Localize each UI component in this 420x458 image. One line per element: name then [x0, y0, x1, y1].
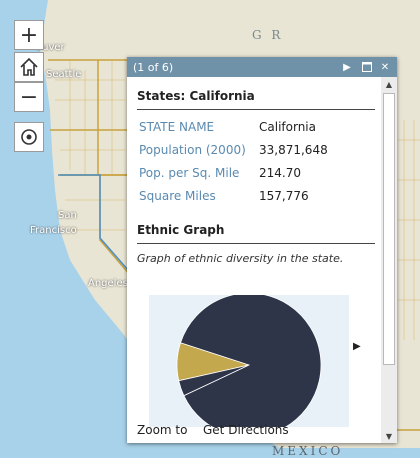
title-divider — [137, 109, 375, 110]
media-divider — [137, 243, 375, 244]
city-label-seattle: Seattle — [46, 69, 82, 80]
scroll-up-arrow[interactable]: ▲ — [381, 77, 397, 91]
zoom-in-button[interactable]: + — [14, 20, 44, 50]
city-label-san: San — [58, 210, 77, 221]
zoom-out-button[interactable]: − — [14, 82, 44, 112]
country-label-mexico: MEXICO — [272, 444, 344, 458]
popup-header: (1 of 6) — [127, 57, 397, 77]
field-value-pop-density: 214.70 — [259, 166, 301, 180]
field-label-state-name: STATE NAME — [139, 120, 215, 134]
home-icon — [20, 57, 38, 76]
media-caption: Graph of ethnic diversity in the state. — [137, 252, 344, 265]
field-value-square-miles: 157,776 — [259, 189, 309, 203]
field-value-state-name: California — [259, 120, 316, 134]
close-icon[interactable]: ✕ — [378, 59, 392, 75]
popup-scrollbar[interactable]: ▲ ▼ — [381, 77, 397, 443]
field-label-square-miles: Square Miles — [139, 189, 216, 203]
popup-header-title: (1 of 6) — [133, 60, 174, 74]
scroll-thumb[interactable] — [383, 93, 395, 365]
field-value-population: 33,871,648 — [259, 143, 328, 157]
locate-button[interactable] — [14, 122, 44, 152]
maximize-icon[interactable] — [360, 59, 374, 75]
get-directions-link[interactable]: Get Directions — [203, 423, 289, 437]
ocean-label: G R — [252, 28, 284, 42]
info-popup: (1 of 6) States: California STATE NAME C… — [127, 57, 397, 443]
locate-icon — [21, 129, 37, 145]
home-button[interactable] — [14, 52, 44, 82]
scroll-down-arrow[interactable]: ▼ — [381, 429, 397, 443]
next-media-button[interactable]: ▶ — [353, 341, 361, 352]
media-title: Ethnic Graph — [137, 223, 225, 237]
pie-chart-svg — [176, 292, 322, 438]
city-label-los-angeles: Angeles — [88, 278, 128, 289]
field-label-population: Population (2000) — [139, 143, 246, 157]
next-arrow-icon[interactable]: ▶ — [340, 59, 354, 75]
ethnic-pie-chart — [149, 292, 349, 438]
field-label-pop-density: Pop. per Sq. Mile — [139, 166, 240, 180]
zoom-to-link[interactable]: Zoom to — [137, 423, 187, 437]
popup-body: States: California STATE NAME California… — [127, 77, 381, 443]
city-label-francisco: Francisco — [30, 225, 77, 236]
popup-title: States: California — [137, 89, 255, 103]
